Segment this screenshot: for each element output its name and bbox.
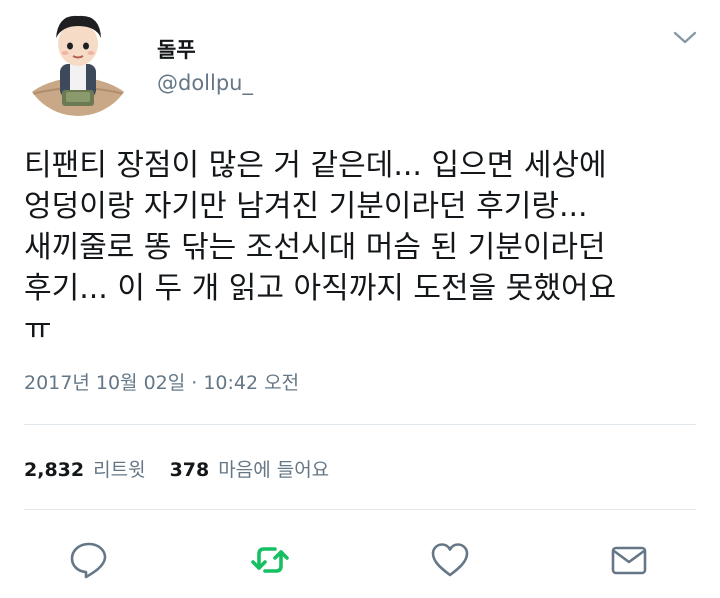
tweet-text-line: 티팬티 장점이 많은 거 같은데... 입으면 세상에: [24, 148, 607, 183]
chevron-down-icon[interactable]: [672, 28, 698, 48]
reply-icon: [70, 542, 107, 579]
heart-icon: [431, 543, 469, 577]
likes-label[interactable]: 마음에 들어요: [218, 455, 329, 482]
tweet-text-line: 엉덩이랑 자기만 남겨진 기분이라던 후기랑...: [24, 189, 588, 224]
retweet-button[interactable]: [250, 540, 290, 580]
retweets-count[interactable]: 2,832: [24, 459, 84, 481]
user-handle[interactable]: @dollpu_: [157, 71, 253, 95]
cartoon-character-avatar-icon: [22, 4, 134, 116]
divider: [24, 509, 696, 510]
reply-button[interactable]: [69, 540, 109, 580]
retweets-label[interactable]: 리트윗: [93, 455, 145, 482]
tweet-stats: 2,832 리트윗 378 마음에 들어요: [24, 455, 329, 482]
retweet-icon: [251, 547, 289, 573]
tweet-text-line: 후기... 이 두 개 읽고 아직까지 도전을 못했어요: [24, 271, 617, 306]
like-button[interactable]: [430, 540, 470, 580]
message-button[interactable]: [609, 540, 649, 580]
tweet-text-line: ㅠ: [24, 312, 52, 347]
avatar[interactable]: [22, 4, 134, 116]
display-name[interactable]: 돌푸: [157, 34, 196, 64]
timestamp[interactable]: 2017년 10월 02일 · 10:42 오전: [24, 368, 299, 395]
likes-count[interactable]: 378: [170, 459, 210, 481]
envelope-icon: [611, 546, 647, 575]
tweet-text: 티팬티 장점이 많은 거 같은데... 입으면 세상에 엉덩이랑 자기만 남겨진…: [24, 145, 704, 350]
divider: [24, 424, 696, 425]
tweet-text-line: 새끼줄로 똥 닦는 조선시대 머슴 된 기분이라던: [24, 230, 606, 265]
